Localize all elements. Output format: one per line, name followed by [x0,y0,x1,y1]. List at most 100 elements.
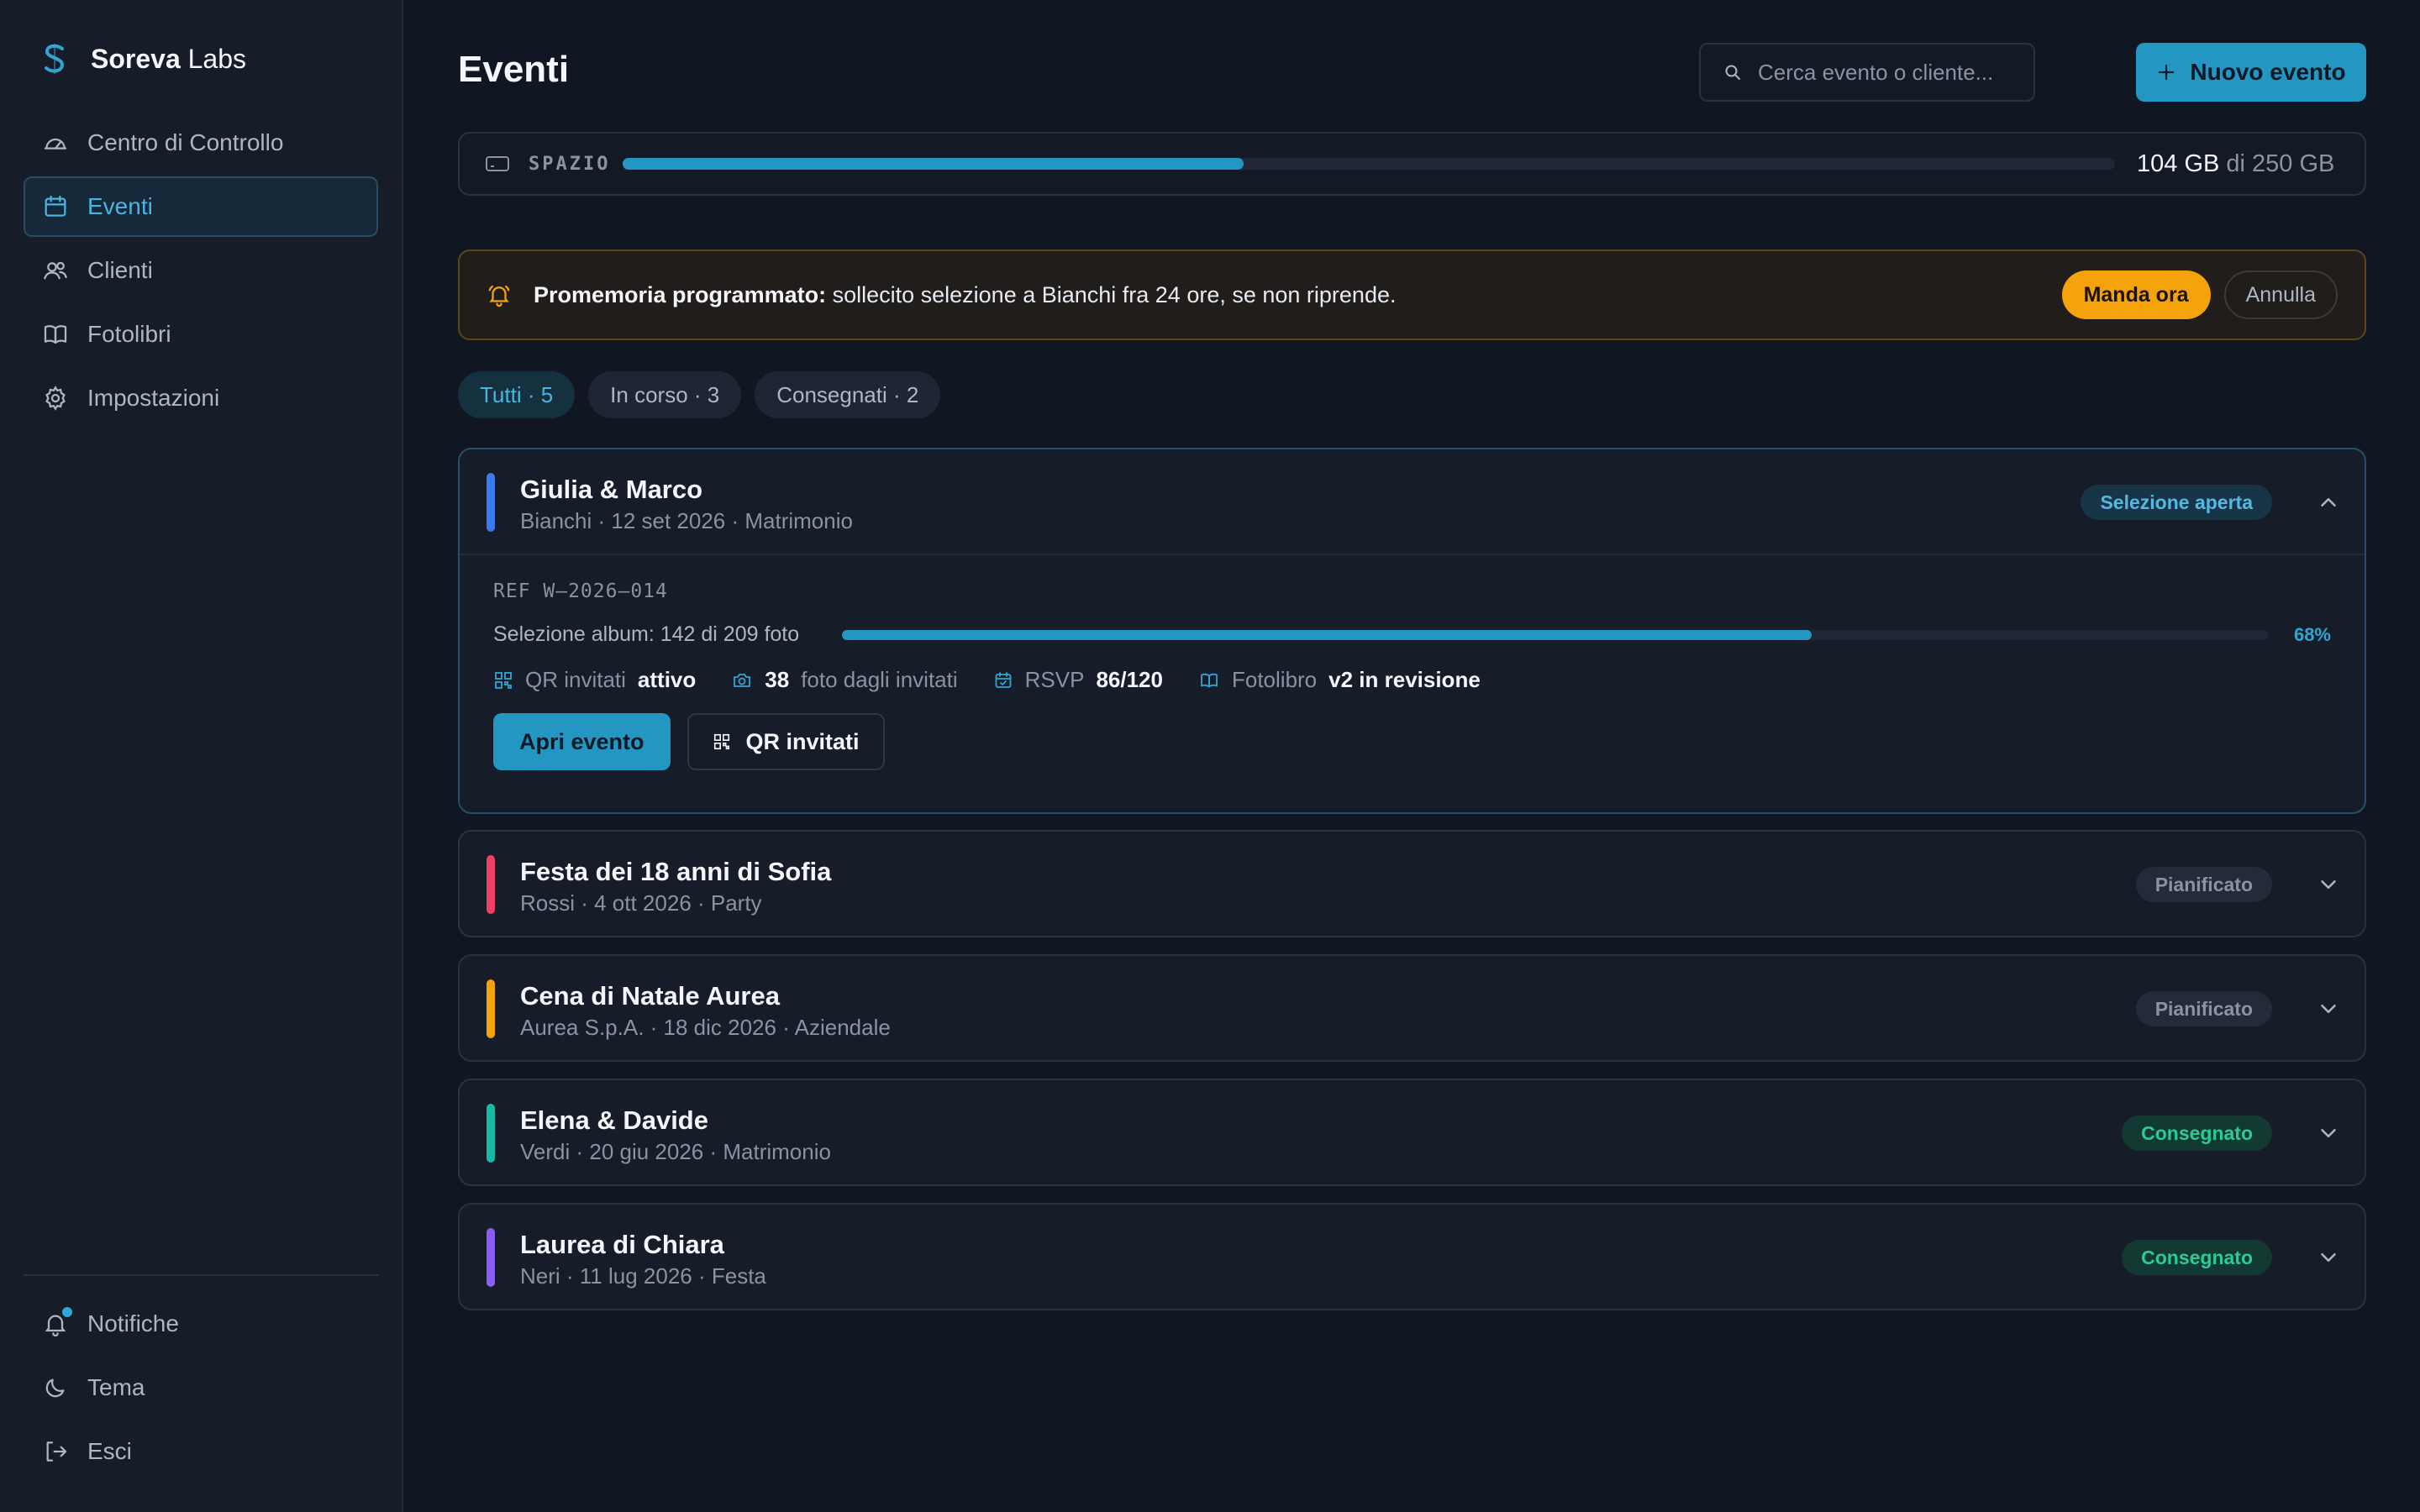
filter-consegnati[interactable]: Consegnati · 2 [755,371,941,418]
event-card-header[interactable]: Laurea di Chiara Neri · 11 lug 2026 · Fe… [460,1205,2365,1309]
search-input[interactable] [1758,59,2027,86]
chevron-down-icon[interactable] [2316,1121,2341,1146]
drive-icon [485,155,510,173]
event-card[interactable]: Cena di Natale Aurea Aurea S.p.A. · 18 d… [458,954,2366,1062]
event-reference: REF W–2026–014 [493,580,668,602]
event-card: Giulia & Marco Bianchi · 12 set 2026 · M… [458,448,2366,814]
event-subtitle: Verdi · 20 giu 2026 · Matrimonio [520,1139,831,1164]
moon-icon [42,1374,69,1401]
qr-invitati-button[interactable]: QR invitati [687,713,885,770]
chevron-down-icon[interactable] [2316,1245,2341,1270]
selection-percent: 68% [2293,623,2331,645]
reminder-banner: Promemoria programmato: sollecito selezi… [458,249,2366,340]
brand-name: Soreva Labs [91,43,247,74]
meta-photobook: Fotolibro v2 in revisione [1198,667,1481,693]
event-title: Festa dei 18 anni di Sofia [520,857,832,886]
event-card-header[interactable]: Giulia & Marco Bianchi · 12 set 2026 · M… [460,449,2365,554]
main-nav: Centro di Controllo Eventi Clienti Fotol… [24,113,378,432]
gauge-icon [42,129,69,156]
sidebar-item-label: Tema [87,1374,145,1400]
meta-photos: 38 foto dagli invitati [731,667,958,693]
sidebar-item-label: Eventi [87,193,153,219]
selection-fill [841,629,1812,640]
qr-icon [713,732,731,751]
event-card-body: REF W–2026–014 Selezione album: 142 di 2… [460,554,2365,812]
event-title: Cena di Natale Aurea [520,981,780,1011]
sidebar-item-impostazioni[interactable]: Impostazioni [24,368,378,428]
logout-icon [42,1438,69,1465]
new-event-label: Nuovo evento [2190,59,2346,85]
camera-icon [731,670,753,690]
filter-tutti[interactable]: Tutti · 5 [458,371,576,418]
gear-icon [42,385,69,412]
sidebar-item-label: Notifiche [87,1310,179,1336]
sidebar: Soreva Labs Centro di Controllo Eventi C… [0,0,403,1512]
new-event-button[interactable]: Nuovo evento [2136,43,2366,102]
sidebar-item-centro-di-controllo[interactable]: Centro di Controllo [24,113,378,173]
reminder-text: Promemoria programmato: sollecito selezi… [534,281,1397,307]
status-badge: Consegnato [2122,1240,2272,1275]
cancel-reminder-button[interactable]: Annulla [2223,270,2338,319]
storage-label: SPAZIO [529,153,611,175]
search-box[interactable] [1699,43,2035,102]
selection-label: Selezione album: 142 di 209 foto [493,622,800,646]
event-card-header[interactable]: Cena di Natale Aurea Aurea S.p.A. · 18 d… [460,956,2365,1060]
storage-bar: SPAZIO 104 GB di 250 GB [458,132,2366,196]
sidebar-item-fotolibri[interactable]: Fotolibri [24,304,378,365]
brand[interactable]: Soreva Labs [42,42,246,76]
event-color-bar [487,979,495,1038]
status-badge: Consegnato [2122,1116,2272,1151]
filter-chips: Tutti · 5 In corso · 3 Consegnati · 2 [458,371,941,418]
storage-track [623,158,2115,170]
event-actions: Apri evento QR invitati [493,713,2331,770]
open-event-button[interactable]: Apri evento [493,713,671,770]
search-icon [1723,62,1743,82]
bell-icon [42,1307,72,1337]
event-meta: QR invitati attivo 38 foto dagli invitat… [493,667,2331,693]
sidebar-item-clienti[interactable]: Clienti [24,240,378,301]
event-card[interactable]: Elena & Davide Verdi · 20 giu 2026 · Mat… [458,1079,2366,1186]
notification-dot [62,1307,72,1317]
event-title: Giulia & Marco [520,475,703,504]
calendar-icon [42,193,69,220]
status-badge: Selezione aperta [2081,485,2272,520]
meta-qr: QR invitati attivo [493,667,696,693]
status-badge: Pianificato [2135,867,2272,902]
meta-rsvp: RSVP 86/120 [993,667,1163,693]
chevron-down-icon[interactable] [2316,996,2341,1021]
event-title: Elena & Davide [520,1105,708,1135]
qr-icon [493,670,513,690]
event-title: Laurea di Chiara [520,1230,724,1259]
plus-icon [2156,62,2176,82]
bell-icon [487,281,512,308]
storage-fill [623,158,1244,170]
logo-icon [42,42,67,76]
event-color-bar [487,1228,495,1287]
sidebar-item-notifiche[interactable]: Notifiche [24,1294,378,1354]
sidebar-item-tema[interactable]: Tema [24,1357,378,1418]
event-card-header[interactable]: Festa dei 18 anni di Sofia Rossi · 4 ott… [460,832,2365,936]
chevron-up-icon[interactable] [2316,490,2341,515]
event-card[interactable]: Festa dei 18 anni di Sofia Rossi · 4 ott… [458,830,2366,937]
users-icon [42,257,69,284]
page-title: Eventi [458,49,570,90]
sidebar-divider [24,1274,378,1276]
event-card-header[interactable]: Elena & Davide Verdi · 20 giu 2026 · Mat… [460,1080,2365,1184]
chevron-down-icon[interactable] [2316,872,2341,897]
event-subtitle: Bianchi · 12 set 2026 · Matrimonio [520,508,853,533]
sidebar-item-esci[interactable]: Esci [24,1421,378,1482]
event-subtitle: Neri · 11 lug 2026 · Festa [520,1263,766,1289]
selection-track [841,629,2269,640]
send-now-button[interactable]: Manda ora [2061,270,2211,319]
event-card[interactable]: Laurea di Chiara Neri · 11 lug 2026 · Fe… [458,1203,2366,1310]
sidebar-item-eventi[interactable]: Eventi [24,176,378,237]
event-color-bar [487,473,495,532]
selection-progress: Selezione album: 142 di 209 foto 68% [493,622,2331,647]
sidebar-item-label: Fotolibri [87,321,171,347]
calendar-check-icon [993,670,1013,690]
event-color-bar [487,855,495,914]
filter-in-corso[interactable]: In corso · 3 [588,371,742,418]
bottom-nav: Notifiche Tema Esci [24,1294,378,1485]
book-icon [1198,670,1220,690]
book-icon [42,321,69,348]
